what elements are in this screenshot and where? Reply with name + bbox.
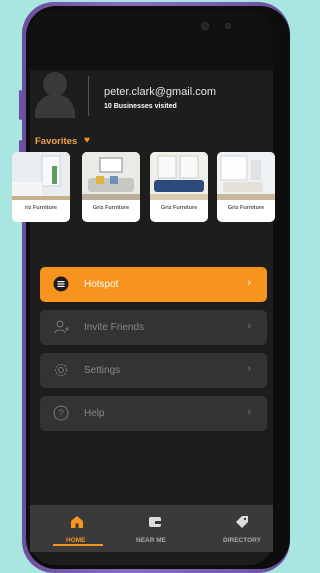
- favorite-label: Griz Furniture: [92, 205, 130, 211]
- tab-label: NEAR ME: [136, 537, 166, 544]
- tab-directory[interactable]: DIRECTORY: [215, 505, 273, 552]
- menu-item-settings[interactable]: Settings ›: [40, 353, 267, 388]
- tab-label: HOME: [66, 537, 86, 544]
- add-user-icon: [54, 320, 69, 334]
- living-room-image: [217, 152, 275, 200]
- active-tab-indicator: [53, 544, 103, 546]
- menu-item-hotspot[interactable]: Hotspot ›: [40, 267, 267, 302]
- favorite-card[interactable]: Griz Furniture: [82, 152, 140, 222]
- favorites-title: Favorites: [35, 136, 78, 147]
- favorite-label: Griz Furniture: [160, 205, 198, 211]
- chevron-right-icon: ›: [247, 406, 251, 418]
- favorite-card[interactable]: riz Furniture: [12, 152, 70, 222]
- volume-button: [19, 90, 22, 120]
- gear-icon: [55, 364, 67, 376]
- avatar-body-icon: [35, 94, 75, 118]
- menu-item-help[interactable]: ? Help ›: [40, 396, 267, 431]
- menu-item-label: Hotspot: [84, 279, 119, 290]
- chevron-right-icon: ›: [247, 320, 251, 332]
- profile-divider: [88, 76, 89, 116]
- camera-icon: [201, 22, 209, 30]
- chevron-right-icon: ›: [247, 363, 251, 375]
- sensor-icon: [225, 23, 231, 29]
- avatar-head-icon: [43, 72, 67, 96]
- businesses-visited: 10 Businesses visited: [104, 103, 177, 110]
- favorite-card[interactable]: Griz Furniture: [217, 152, 275, 222]
- home-icon: [71, 516, 83, 528]
- wallet-icon: [149, 517, 161, 527]
- menu-item-label: Settings: [84, 365, 121, 376]
- menu-item-invite-friends[interactable]: Invite Friends ›: [40, 310, 267, 345]
- living-room-image: [82, 152, 140, 200]
- chevron-right-icon: ›: [247, 277, 251, 289]
- favorite-card[interactable]: Griz Furniture: [150, 152, 208, 222]
- tag-icon: [236, 516, 248, 528]
- profile-email: peter.clark@gmail.com: [104, 86, 217, 98]
- menu-item-label: Help: [84, 408, 105, 419]
- status-area: [30, 10, 273, 70]
- avatar[interactable]: [35, 72, 75, 118]
- tab-near-me[interactable]: NEAR ME: [125, 505, 185, 552]
- heart-icon: ♥: [84, 135, 90, 146]
- question-icon: ?: [53, 405, 69, 421]
- list-icon: [53, 276, 69, 292]
- svg-text:?: ?: [58, 409, 64, 420]
- living-room-image: [12, 152, 70, 200]
- favorite-label: Griz Furniture: [227, 205, 265, 211]
- favorite-label: riz Furniture: [24, 205, 58, 211]
- tab-label: DIRECTORY: [223, 537, 261, 544]
- menu-item-label: Invite Friends: [84, 322, 145, 333]
- living-room-image: [150, 152, 208, 200]
